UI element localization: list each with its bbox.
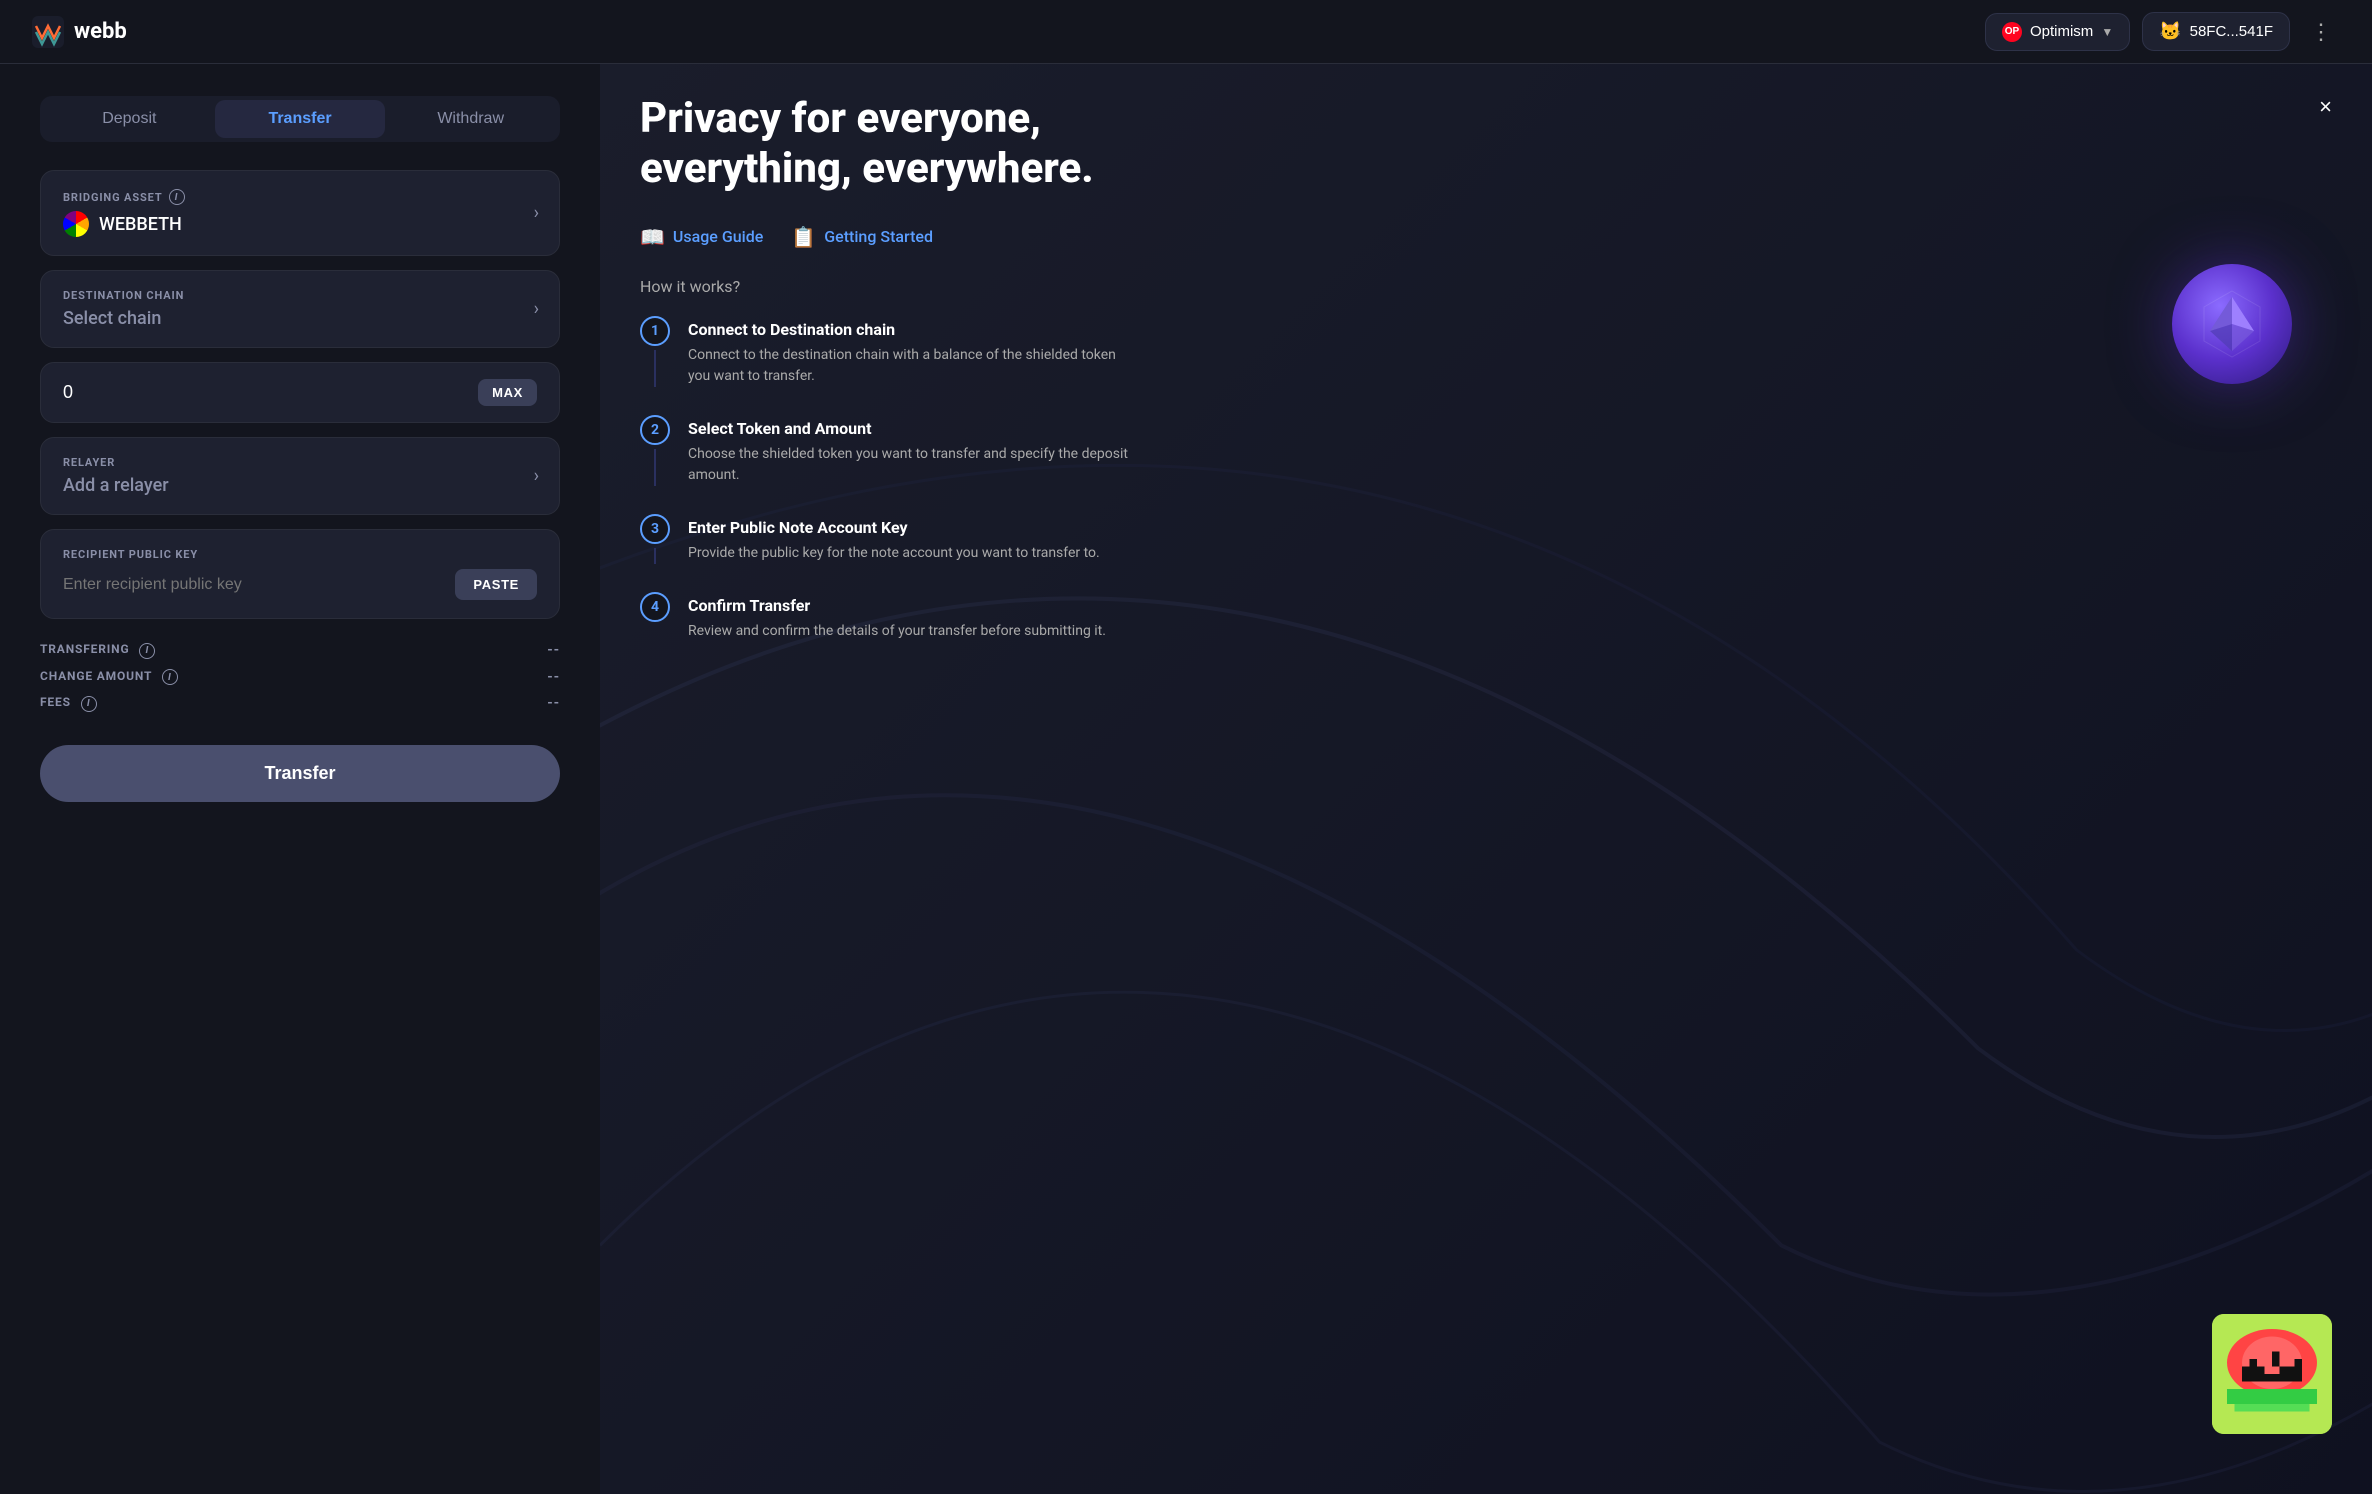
logo-text: webb bbox=[74, 19, 127, 44]
step-3-desc: Provide the public key for the note acco… bbox=[688, 543, 1100, 564]
recipient-label: RECIPIENT PUBLIC KEY bbox=[63, 548, 537, 561]
chain-label: Optimism bbox=[2030, 23, 2093, 40]
tab-deposit[interactable]: Deposit bbox=[44, 100, 215, 138]
change-amount-label: CHANGE AMOUNT i bbox=[40, 669, 178, 686]
destination-chain-value: Select chain bbox=[63, 308, 537, 329]
logo-icon bbox=[32, 16, 64, 48]
chain-icon: OP bbox=[2002, 22, 2022, 42]
close-button[interactable]: × bbox=[2319, 94, 2332, 120]
usage-guide-label: Usage Guide bbox=[673, 227, 763, 246]
wallet-button[interactable]: 🐱 58FC...541F bbox=[2142, 12, 2290, 51]
relayer-card[interactable]: RELAYER Add a relayer › bbox=[40, 437, 560, 515]
nav-right: OP Optimism ▼ 🐱 58FC...541F ⋮ bbox=[1985, 12, 2340, 51]
transferring-info-icon: i bbox=[139, 643, 155, 659]
step-3-line bbox=[654, 548, 656, 564]
chevron-right-icon: › bbox=[534, 299, 539, 320]
destination-chain-label: DESTINATION CHAIN bbox=[63, 289, 537, 302]
relayer-value: Add a relayer bbox=[63, 475, 537, 496]
transfer-button[interactable]: Transfer bbox=[40, 745, 560, 802]
step-4-number: 4 bbox=[640, 592, 670, 622]
getting-started-label: Getting Started bbox=[824, 227, 933, 246]
usage-guide-link[interactable]: 📖 Usage Guide bbox=[640, 225, 763, 249]
amount-card: MAX bbox=[40, 362, 560, 423]
right-panel: × Privacy for everyone, everything, ever… bbox=[600, 64, 2372, 1494]
wallet-address: 58FC...541F bbox=[2190, 23, 2273, 40]
tab-transfer[interactable]: Transfer bbox=[215, 100, 386, 138]
chevron-right-icon: › bbox=[534, 203, 539, 224]
max-button[interactable]: MAX bbox=[478, 379, 537, 406]
step-3-number: 3 bbox=[640, 514, 670, 544]
step-2-line bbox=[654, 449, 656, 486]
chevron-down-icon: ▼ bbox=[2101, 25, 2113, 39]
summary-section: TRANSFERING i -- CHANGE AMOUNT i -- FEES… bbox=[40, 633, 560, 737]
step-4-desc: Review and confirm the details of your t… bbox=[688, 621, 1106, 642]
wallet-avatar: 🐱 bbox=[2159, 21, 2181, 42]
step-1: 1 Connect to Destination chain Connect t… bbox=[640, 316, 2332, 415]
step-3-title: Enter Public Note Account Key bbox=[688, 518, 1100, 537]
step-3: 3 Enter Public Note Account Key Provide … bbox=[640, 514, 2332, 592]
transferring-row: TRANSFERING i -- bbox=[40, 637, 560, 664]
step-1-number: 1 bbox=[640, 316, 670, 346]
step-1-desc: Connect to the destination chain with a … bbox=[688, 345, 1138, 387]
change-amount-row: CHANGE AMOUNT i -- bbox=[40, 664, 560, 691]
webbeth-icon bbox=[63, 211, 89, 237]
tab-withdraw[interactable]: Withdraw bbox=[385, 100, 556, 138]
step-4: 4 Confirm Transfer Review and confirm th… bbox=[640, 592, 2332, 642]
destination-chain-card[interactable]: DESTINATION CHAIN Select chain › bbox=[40, 270, 560, 348]
change-amount-info-icon: i bbox=[162, 669, 178, 685]
step-2-desc: Choose the shielded token you want to tr… bbox=[688, 444, 1138, 486]
info-title: Privacy for everyone, everything, everyw… bbox=[640, 94, 1160, 195]
step-2: 2 Select Token and Amount Choose the shi… bbox=[640, 415, 2332, 514]
step-1-line bbox=[654, 350, 656, 387]
bridging-asset-info-icon: i bbox=[169, 189, 185, 205]
fees-value: -- bbox=[547, 695, 560, 711]
transferring-value: -- bbox=[547, 642, 560, 658]
topnav: webb OP Optimism ▼ 🐱 58FC...541F ⋮ bbox=[0, 0, 2372, 64]
transferring-label: TRANSFERING i bbox=[40, 642, 155, 659]
tabs: Deposit Transfer Withdraw bbox=[40, 96, 560, 142]
recipient-card: RECIPIENT PUBLIC KEY PASTE bbox=[40, 529, 560, 619]
steps-list: 1 Connect to Destination chain Connect t… bbox=[640, 316, 2332, 642]
bridging-asset-card[interactable]: BRIDGING ASSET i WEBBETH › bbox=[40, 170, 560, 256]
logo: webb bbox=[32, 16, 127, 48]
guide-icon: 📖 bbox=[640, 225, 665, 249]
paste-button[interactable]: PASTE bbox=[455, 569, 537, 600]
info-overlay: × Privacy for everyone, everything, ever… bbox=[640, 94, 2332, 1454]
step-2-title: Select Token and Amount bbox=[688, 419, 1138, 438]
recipient-input[interactable] bbox=[63, 576, 445, 594]
left-panel: Deposit Transfer Withdraw BRIDGING ASSET… bbox=[0, 64, 600, 1494]
relayer-label: RELAYER bbox=[63, 456, 537, 469]
bridging-asset-value: WEBBETH bbox=[63, 211, 537, 237]
getting-started-link[interactable]: 📋 Getting Started bbox=[791, 225, 933, 249]
guide-links: 📖 Usage Guide 📋 Getting Started bbox=[640, 225, 2332, 249]
getting-started-icon: 📋 bbox=[791, 225, 816, 249]
chain-selector[interactable]: OP Optimism ▼ bbox=[1985, 13, 2130, 51]
step-2-number: 2 bbox=[640, 415, 670, 445]
fees-info-icon: i bbox=[81, 696, 97, 712]
more-menu-button[interactable]: ⋮ bbox=[2302, 15, 2340, 49]
step-1-title: Connect to Destination chain bbox=[688, 320, 1138, 339]
amount-input[interactable] bbox=[63, 382, 478, 403]
fees-label: FEES i bbox=[40, 695, 97, 712]
change-amount-value: -- bbox=[547, 669, 560, 685]
main-layout: Deposit Transfer Withdraw BRIDGING ASSET… bbox=[0, 64, 2372, 1494]
step-4-title: Confirm Transfer bbox=[688, 596, 1106, 615]
chevron-right-icon: › bbox=[534, 466, 539, 487]
how-it-works-title: How it works? bbox=[640, 277, 2332, 296]
bridging-asset-label: BRIDGING ASSET i bbox=[63, 189, 537, 205]
fees-row: FEES i -- bbox=[40, 690, 560, 717]
